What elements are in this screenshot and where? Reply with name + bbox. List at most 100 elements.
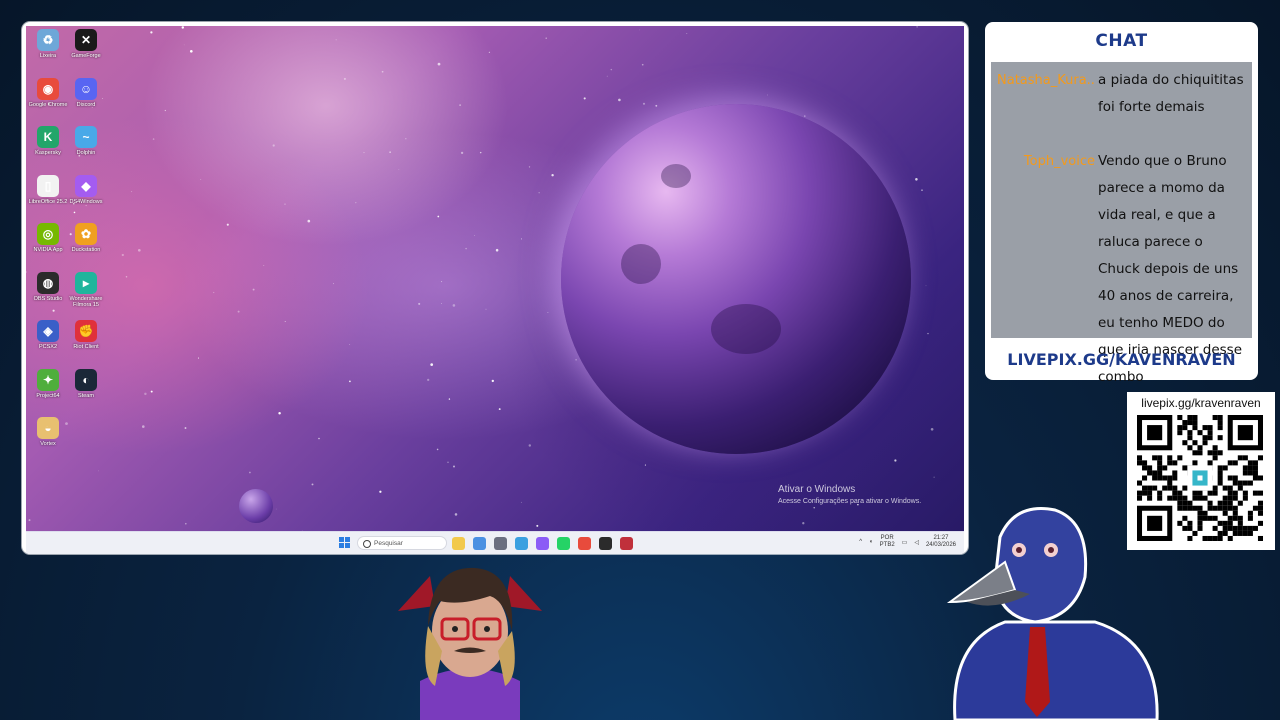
settings-icon[interactable] — [494, 537, 507, 550]
whatsapp-icon[interactable] — [557, 537, 570, 550]
desktop-icon-label: Kaspersky — [35, 150, 61, 156]
star — [437, 62, 441, 66]
star — [85, 205, 87, 207]
star — [655, 104, 658, 107]
star — [252, 288, 255, 291]
language-indicator[interactable]: POR PTB2 — [880, 535, 895, 549]
star — [448, 398, 451, 400]
star — [536, 524, 539, 527]
star — [575, 358, 577, 361]
star — [200, 179, 202, 180]
volume-icon[interactable]: ◁ — [914, 539, 919, 546]
desktop-icon[interactable]: ◆ DS4Windows — [66, 174, 106, 205]
windows-start-button[interactable] — [339, 537, 351, 549]
desktop-icon-label: Lixeira — [39, 53, 57, 59]
star — [436, 448, 439, 451]
star — [152, 138, 155, 140]
obs-icon[interactable] — [599, 537, 612, 550]
desktop-icon[interactable]: ✦ Project64 — [28, 368, 68, 399]
desktop-icon-label: Discord — [76, 101, 96, 108]
star — [610, 68, 613, 71]
star — [921, 189, 923, 191]
star — [465, 247, 467, 250]
star — [459, 104, 461, 106]
desktop-icon[interactable]: ◈ PCSX2 — [28, 320, 68, 350]
star — [528, 166, 531, 168]
star — [307, 219, 311, 223]
desktop-icon-label: NVIDIA App — [33, 247, 63, 253]
desktop-icon[interactable]: ◒ Vortex — [28, 417, 68, 447]
star — [767, 94, 768, 96]
star — [686, 32, 688, 34]
chat-message-text: a piada do chiquititas foi forte demais — [1098, 72, 1244, 115]
star — [915, 178, 918, 181]
desktop-icon[interactable]: ☺ Discord — [66, 77, 106, 108]
microphone-icon[interactable]: ◖ — [869, 539, 873, 545]
star — [639, 29, 641, 31]
star — [547, 311, 549, 313]
star — [363, 152, 365, 154]
monitor-icon[interactable] — [515, 537, 528, 550]
desktop-icon-label: Vortex — [40, 441, 56, 447]
project64-icon: ✦ — [37, 368, 59, 391]
star — [333, 283, 334, 285]
desktop-icon[interactable]: ▸ Wondershare Filmora 15 — [66, 271, 106, 308]
taskbar-search-box[interactable]: Pesquisar — [357, 536, 447, 550]
network-icon[interactable]: ▭ — [902, 539, 908, 546]
star — [249, 471, 251, 474]
activation-subtitle: Acesse Configurações para ativar o Windo… — [778, 498, 922, 505]
desktop-icon-label: Steam — [78, 392, 94, 399]
chrome-icon[interactable] — [578, 537, 591, 550]
livepix-link[interactable]: LIVEPIX.GG/KAVENRAVEN — [985, 350, 1258, 369]
star — [389, 151, 391, 153]
desktop-icon-label: Riot Client — [73, 344, 99, 350]
desktop-icon[interactable]: ~ Dolphin — [66, 126, 106, 156]
star — [430, 363, 434, 366]
desktop-icon[interactable]: ▯ LibreOffice 25.2 — [28, 174, 68, 205]
desktop-icon[interactable]: ◐ Steam — [66, 368, 106, 399]
chevron-up-icon[interactable]: ^ — [859, 539, 862, 545]
windows-activation-watermark: Ativar o Windows Acesse Configurações pa… — [778, 484, 921, 505]
star — [520, 238, 522, 240]
vortex-icon: ◒ — [37, 417, 59, 439]
star — [538, 192, 540, 194]
star — [488, 51, 491, 53]
desktop-icon[interactable]: K Kaspersky — [28, 126, 68, 156]
desktop-icon[interactable]: ◎ NVIDIA App — [28, 223, 68, 253]
activation-title: Ativar o Windows — [778, 484, 856, 495]
star — [355, 202, 357, 204]
star — [226, 223, 229, 226]
star — [460, 151, 464, 155]
star — [452, 304, 456, 307]
star — [137, 248, 141, 252]
desktop-icon[interactable]: ✿ Duckstation — [66, 223, 106, 253]
star — [641, 63, 644, 66]
star — [474, 235, 475, 236]
star — [73, 211, 76, 214]
star — [131, 191, 133, 193]
star — [498, 408, 501, 411]
star — [802, 522, 805, 525]
riot-icon: ✊ — [75, 320, 97, 342]
star — [644, 464, 646, 466]
star — [150, 31, 153, 34]
star — [318, 437, 320, 440]
desktop-icon[interactable]: ◍ OBS Studio — [28, 271, 68, 302]
desktop-icon[interactable]: ✊ Riot Client — [66, 320, 106, 350]
file-explorer-icon[interactable] — [452, 537, 465, 550]
star — [606, 75, 608, 77]
desktop-icon[interactable]: ♻ Lixeira — [28, 29, 68, 59]
star — [263, 265, 265, 266]
star — [927, 332, 929, 335]
widgets-icon[interactable] — [473, 537, 486, 550]
desktop-icon-label: Project64 — [36, 392, 60, 399]
star — [311, 483, 314, 486]
star — [52, 309, 55, 312]
messenger-icon[interactable] — [536, 537, 549, 550]
riot-icon[interactable] — [620, 537, 633, 550]
recycle-bin-icon: ♻ — [37, 29, 59, 51]
chat-message-list: Natasha_Kura... a piada do chiquititas f… — [991, 62, 1252, 385]
desktop-icon[interactable]: ◉ Google Chrome — [28, 77, 68, 108]
desktop-icon[interactable]: ✕ GameForge — [66, 29, 106, 59]
star — [181, 26, 185, 29]
